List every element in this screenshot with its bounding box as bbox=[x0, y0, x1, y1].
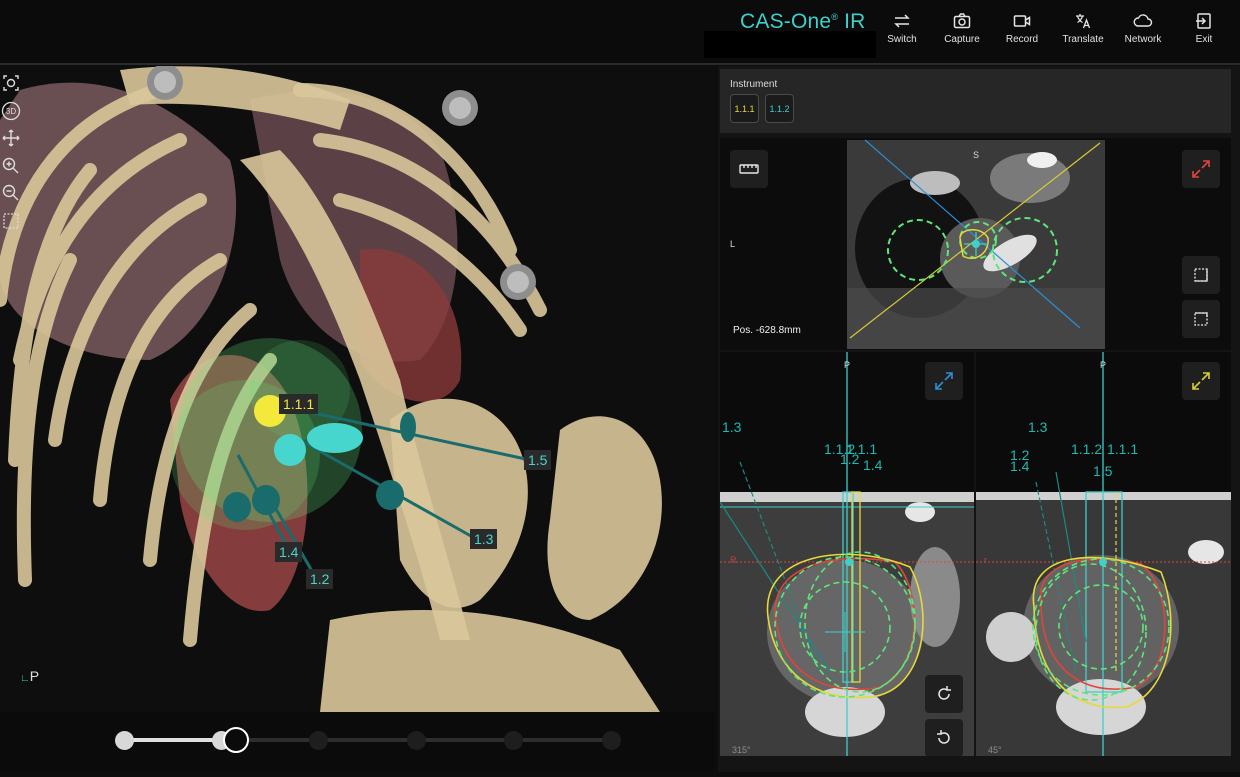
3d-anatomy-render bbox=[0, 66, 662, 712]
translate-button[interactable]: Translate bbox=[1053, 6, 1113, 56]
trajectory-label-1-5: 1.5 bbox=[524, 450, 552, 470]
label-1-4: 1.4 bbox=[863, 457, 883, 473]
orientation-indicator: ∟P bbox=[20, 668, 40, 684]
step-dot-6[interactable] bbox=[602, 731, 621, 750]
expand-button-right[interactable] bbox=[1182, 362, 1220, 400]
expand-icon bbox=[1192, 160, 1210, 178]
step-dot-4[interactable] bbox=[407, 731, 426, 750]
label-1-2: 1.2 bbox=[840, 451, 860, 467]
position-readout: Pos. -628.8mm bbox=[733, 325, 801, 336]
video-icon bbox=[1013, 15, 1031, 27]
ruler-icon bbox=[739, 164, 759, 174]
slice-button[interactable] bbox=[1182, 300, 1220, 338]
step-dot-1[interactable] bbox=[115, 731, 134, 750]
rotate-cw-button[interactable] bbox=[925, 719, 963, 756]
trajectory-label-1-1-1: 1.1.1 bbox=[279, 394, 319, 414]
step-dot-3[interactable] bbox=[309, 731, 328, 750]
record-button[interactable]: Record bbox=[992, 6, 1052, 56]
view-angle: 315° bbox=[732, 745, 751, 755]
3d-viewport[interactable]: 1.1.1 1.5 1.3 1.4 1.2 3D bbox=[0, 66, 714, 712]
zoom-out-icon[interactable] bbox=[1, 183, 21, 203]
ct-view-axial[interactable]: S L bbox=[720, 138, 1231, 350]
ct-view-oblique-left[interactable]: P R 1.3 1.1.2 1.1.1 1.2 1.4 315° bbox=[720, 352, 974, 756]
switch-button[interactable]: Switch bbox=[872, 6, 932, 56]
rotate-cw-icon bbox=[937, 730, 950, 744]
rotate-ccw-icon bbox=[938, 686, 951, 700]
step-dot-5[interactable] bbox=[504, 731, 523, 750]
label-1-4: 1.4 bbox=[1010, 458, 1030, 474]
expand-icon bbox=[935, 372, 953, 390]
capture-button[interactable]: Capture bbox=[932, 6, 992, 56]
layers-icon bbox=[1194, 268, 1208, 282]
label-1-1-1: 1.1.1 bbox=[1107, 441, 1139, 457]
slider-handle[interactable] bbox=[223, 727, 249, 753]
expand-button-left[interactable] bbox=[925, 362, 963, 400]
svg-text:3D: 3D bbox=[6, 107, 16, 116]
instrument-title: Instrument bbox=[730, 79, 778, 90]
layers-button[interactable] bbox=[1182, 256, 1220, 294]
orientation-r: r bbox=[984, 555, 987, 565]
slice-icon bbox=[1194, 312, 1208, 326]
orientation-p: P bbox=[1100, 360, 1107, 370]
step-slider[interactable] bbox=[0, 712, 714, 772]
view-angle: 45° bbox=[988, 745, 1002, 755]
top-bar-divider bbox=[0, 63, 1240, 65]
label-1-5: 1.5 bbox=[1093, 463, 1113, 479]
pan-icon[interactable] bbox=[1, 128, 21, 148]
network-button[interactable]: Network bbox=[1113, 6, 1173, 56]
redacted-area bbox=[704, 31, 876, 58]
rotate-ccw-button[interactable] bbox=[925, 675, 963, 713]
switch-icon bbox=[894, 14, 910, 28]
ct-image-bottom-right bbox=[976, 352, 1231, 756]
box-icon[interactable] bbox=[1, 211, 21, 231]
ct-view-oblique-right[interactable]: P r 1.3 1.2 1.4 1.1.2 1.1.1 1.5 45° bbox=[976, 352, 1231, 756]
orientation-p: P bbox=[844, 360, 851, 370]
orientation-l: L bbox=[730, 239, 736, 249]
exit-button[interactable]: Exit bbox=[1174, 6, 1234, 56]
3d-icon[interactable]: 3D bbox=[1, 101, 21, 121]
expand-icon bbox=[1192, 372, 1210, 390]
instrument-button-1-1-2[interactable]: 1.1.2 bbox=[765, 94, 794, 123]
label-1-3: 1.3 bbox=[1028, 419, 1048, 435]
reset-view-icon[interactable] bbox=[1, 73, 21, 93]
exit-icon bbox=[1196, 13, 1211, 29]
instrument-button-1-1-1[interactable]: 1.1.1 bbox=[730, 94, 759, 123]
trajectory-label-1-2: 1.2 bbox=[306, 569, 334, 589]
expand-button-top[interactable] bbox=[1182, 150, 1220, 188]
orientation-r: R bbox=[730, 555, 737, 565]
ruler-button[interactable] bbox=[730, 150, 768, 188]
label-1-3: 1.3 bbox=[722, 419, 742, 435]
orientation-s: S bbox=[973, 150, 980, 160]
trajectory-label-1-4: 1.4 bbox=[275, 542, 303, 562]
ct-image-top bbox=[847, 139, 1105, 349]
camera-icon bbox=[953, 13, 971, 29]
trajectory-label-1-3: 1.3 bbox=[470, 529, 498, 549]
zoom-in-icon[interactable] bbox=[1, 156, 21, 176]
instrument-panel: Instrument 1.1.1 1.1.2 bbox=[720, 69, 1231, 133]
translate-icon bbox=[1076, 14, 1091, 29]
label-1-1-2: 1.1.2 bbox=[1071, 441, 1103, 457]
cloud-icon bbox=[1133, 14, 1153, 27]
